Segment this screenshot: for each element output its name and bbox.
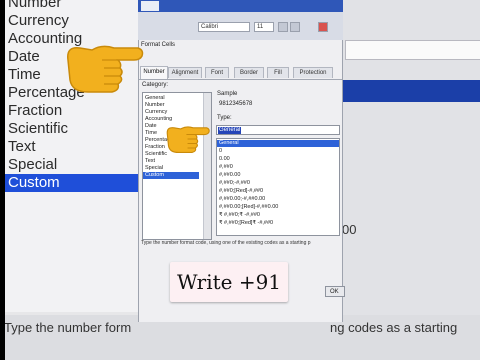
category-text[interactable]: Text	[145, 158, 155, 165]
grow-font-button[interactable]	[278, 22, 288, 32]
type-input[interactable]: General	[216, 125, 340, 135]
format-decimal-negative[interactable]: #,##0.00;-#,##0.00	[219, 196, 265, 203]
ribbon-tab-home[interactable]	[141, 1, 159, 11]
background-side-value: 00	[342, 222, 357, 237]
tab-number[interactable]: Number	[140, 66, 168, 79]
tab-font[interactable]: Font	[205, 67, 229, 78]
category-fraction[interactable]: Fraction	[145, 144, 165, 151]
bg-category-fraction: Fraction	[8, 102, 63, 119]
tab-protection[interactable]: Protection	[293, 67, 333, 78]
category-currency[interactable]: Currency	[145, 109, 167, 116]
tab-border[interactable]: Border	[234, 67, 264, 78]
format-thousands-negative[interactable]: #,##0;-#,##0	[219, 180, 250, 187]
format-rupee[interactable]: ₹ #,##0;₹ -#,##0	[219, 212, 260, 219]
pointing-hand-icon	[67, 45, 144, 93]
bg-category-date: Date	[8, 48, 40, 65]
format-general[interactable]: General	[217, 140, 339, 147]
ribbon: Calibri 11	[138, 0, 343, 41]
ok-button[interactable]: OK	[325, 286, 345, 297]
format-hint: Type the number format code, using one o…	[141, 240, 311, 246]
category-scrollbar[interactable]	[203, 93, 211, 239]
category-general[interactable]: General	[145, 95, 165, 102]
format-thousands-decimal[interactable]: #,##0.00	[219, 172, 240, 179]
bg-category-currency: Currency	[8, 12, 69, 29]
bg-category-scientific: Scientific	[8, 120, 69, 137]
category-list[interactable]: General Number Currency Accounting Date …	[142, 92, 212, 240]
left-edge	[0, 0, 5, 360]
format-decimal-red[interactable]: #,##0.00;[Red]-#,##0.00	[219, 204, 278, 211]
background-hint-right: ng codes as a starting	[330, 320, 458, 335]
category-label: Category:	[142, 82, 169, 88]
tab-alignment[interactable]: Alignment	[168, 67, 202, 78]
ribbon-action-button[interactable]	[318, 22, 328, 32]
format-code-list[interactable]: General 0 0.00 #,##0 #,##0.00 #,##0;-#,#…	[216, 138, 340, 236]
shrink-font-button[interactable]	[290, 22, 300, 32]
bg-category-custom: Custom	[0, 174, 140, 192]
format-thousands-red[interactable]: #,##0;[Red]-#,##0	[219, 188, 263, 195]
sample-label: Sample	[217, 91, 238, 97]
category-special[interactable]: Special	[145, 165, 163, 172]
sample-value: 9812345678	[219, 101, 253, 107]
bg-category-time: Time	[8, 66, 41, 83]
font-size-box[interactable]: 11	[254, 22, 274, 32]
caption-overlay: Write +91	[170, 262, 288, 302]
ribbon-tab-bar	[138, 0, 343, 12]
bg-category-special: Special	[8, 156, 58, 173]
type-label: Type:	[217, 115, 232, 121]
format-rupee-red[interactable]: ₹ #,##0;[Red]₹ -#,##0	[219, 220, 273, 227]
format-0[interactable]: 0	[219, 148, 222, 155]
dialog-tabs: Number Alignment Font Border Fill Protec…	[139, 66, 342, 80]
category-time[interactable]: Time	[145, 130, 157, 137]
format-0-00[interactable]: 0.00	[219, 156, 230, 163]
font-name-box[interactable]: Calibri	[198, 22, 250, 32]
pointing-hand-icon	[166, 126, 210, 154]
background-type-box	[345, 40, 480, 60]
bg-category-number: Number	[8, 0, 62, 11]
background-hint-left: Type the number form	[4, 320, 132, 335]
category-number[interactable]: Number	[145, 102, 165, 109]
type-input-value: General	[218, 127, 242, 134]
format-thousands[interactable]: #,##0	[219, 164, 233, 171]
tab-fill[interactable]: Fill	[267, 67, 289, 78]
bg-category-text: Text	[8, 138, 36, 155]
category-date[interactable]: Date	[145, 123, 157, 130]
background-selection-bar	[340, 80, 480, 102]
dialog-title: Format Cells	[141, 42, 176, 48]
category-custom[interactable]: Custom	[143, 172, 199, 179]
